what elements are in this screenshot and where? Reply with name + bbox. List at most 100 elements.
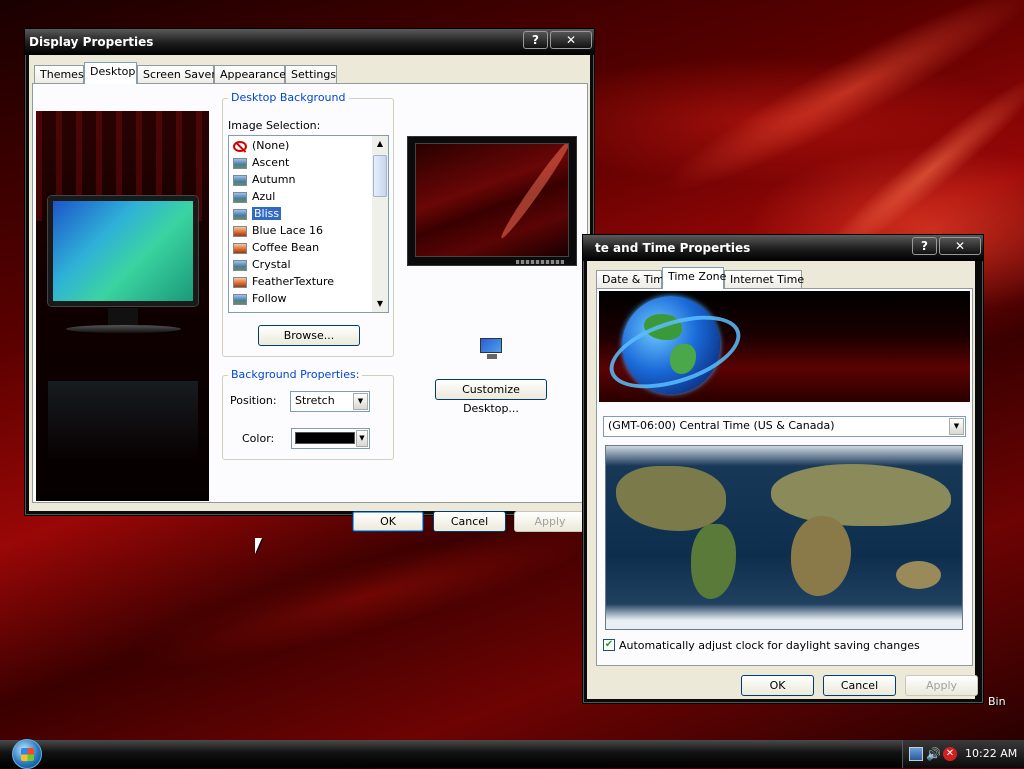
dialog-body: Date & Time Time Zone Internet Time (GMT… bbox=[587, 261, 978, 699]
help-button[interactable]: ? bbox=[912, 237, 937, 255]
bitmap-thumb-icon bbox=[233, 242, 247, 254]
image-thumb-icon bbox=[233, 259, 247, 271]
color-label: Color: bbox=[242, 432, 275, 445]
dialog-body: Themes Desktop Screen Saver Appearance S… bbox=[29, 55, 590, 532]
list-item[interactable]: Azul bbox=[229, 188, 373, 205]
title-bar[interactable]: te and Time Properties ? ✕ bbox=[583, 235, 983, 261]
help-button[interactable]: ? bbox=[523, 31, 548, 49]
dropdown-arrow-icon[interactable]: ▼ bbox=[353, 393, 368, 410]
list-item[interactable]: FeatherTexture bbox=[229, 273, 373, 290]
close-button[interactable]: ✕ bbox=[550, 31, 592, 49]
list-item-label: Azul bbox=[252, 190, 276, 203]
image-thumb-icon bbox=[233, 191, 247, 203]
tab-themes[interactable]: Themes bbox=[34, 65, 84, 84]
background-properties-legend: Background Properties: bbox=[228, 368, 363, 381]
start-button[interactable] bbox=[12, 739, 42, 769]
desktop-tab-panel: Desktop Background Image Selection: (Non… bbox=[32, 83, 588, 503]
time-zone-banner bbox=[599, 291, 970, 402]
bitmap-thumb-icon bbox=[233, 225, 247, 237]
list-item-label: FeatherTexture bbox=[252, 275, 335, 288]
scroll-thumb[interactable] bbox=[373, 155, 387, 197]
tab-date-time[interactable]: Date & Time bbox=[596, 270, 671, 289]
position-select[interactable]: Stretch ▼ bbox=[290, 391, 370, 412]
list-item[interactable]: Follow bbox=[229, 290, 373, 307]
list-item-label: Ascent bbox=[252, 156, 290, 169]
color-picker[interactable]: ▼ bbox=[291, 428, 370, 449]
image-thumb-icon bbox=[233, 208, 247, 220]
dropdown-arrow-icon[interactable]: ▼ bbox=[356, 430, 368, 447]
time-zone-value: (GMT-06:00) Central Time (US & Canada) bbox=[608, 419, 835, 432]
display-properties-window: Display Properties ? ✕ Themes Desktop Sc… bbox=[24, 28, 595, 532]
browse-button[interactable]: Browse... bbox=[258, 325, 360, 346]
close-button[interactable]: ✕ bbox=[939, 237, 981, 255]
list-item[interactable]: Crystal bbox=[229, 256, 373, 273]
ok-button[interactable]: OK bbox=[352, 511, 424, 532]
tab-internet-time[interactable]: Internet Time bbox=[724, 270, 804, 289]
ok-button[interactable]: OK bbox=[741, 675, 814, 696]
windows-orb-icon bbox=[21, 748, 34, 761]
desktop-background-legend: Desktop Background bbox=[228, 91, 349, 104]
date-time-properties-window: te and Time Properties ? ✕ Date & Time T… bbox=[582, 234, 984, 704]
list-item-label: Autumn bbox=[252, 173, 296, 186]
dst-checkbox-label[interactable]: Automatically adjust clock for daylight … bbox=[619, 639, 920, 652]
customize-computer-icon bbox=[480, 338, 504, 360]
list-item-label: Follow bbox=[252, 292, 287, 305]
list-item-label: (None) bbox=[252, 139, 290, 152]
window-title: te and Time Properties bbox=[595, 241, 751, 255]
image-listbox[interactable]: (None) Ascent Autumn Azul Bliss Blue Lace 16 C… bbox=[228, 135, 389, 313]
list-item[interactable]: Blue Lace 16 bbox=[229, 222, 373, 239]
list-item-label: Crystal bbox=[252, 258, 291, 271]
window-title: Display Properties bbox=[29, 35, 154, 49]
image-thumb-icon bbox=[233, 293, 247, 305]
color-swatch bbox=[295, 432, 355, 444]
checkmark-icon: ✔ bbox=[604, 639, 614, 650]
apply-button[interactable]: Apply bbox=[514, 511, 586, 532]
tab-settings[interactable]: Settings bbox=[285, 65, 337, 84]
dst-checkbox[interactable]: ✔ bbox=[603, 639, 615, 651]
desktop-background-group: Desktop Background Image Selection: (Non… bbox=[222, 91, 394, 357]
volume-icon[interactable]: 🔊 bbox=[926, 747, 941, 761]
system-tray: 🔊 ✕ 10:22 AM bbox=[902, 740, 1024, 768]
network-icon[interactable] bbox=[909, 747, 923, 761]
security-alert-icon[interactable]: ✕ bbox=[943, 747, 957, 761]
title-bar[interactable]: Display Properties ? ✕ bbox=[25, 29, 594, 55]
wallpaper-preview bbox=[407, 136, 577, 266]
time-zone-select[interactable]: (GMT-06:00) Central Time (US & Canada) ▼ bbox=[603, 416, 966, 437]
background-properties-group: Background Properties: Position: Stretch… bbox=[222, 368, 394, 460]
list-item[interactable]: Coffee Bean bbox=[229, 239, 373, 256]
world-map bbox=[605, 445, 963, 630]
dropdown-arrow-icon[interactable]: ▼ bbox=[949, 418, 964, 435]
image-thumb-icon bbox=[233, 174, 247, 186]
wallpaper-streak bbox=[650, 0, 1024, 216]
tab-time-zone[interactable]: Time Zone bbox=[662, 267, 726, 289]
customize-desktop-button[interactable]: Customize Desktop... bbox=[435, 379, 547, 415]
time-zone-tab-panel: (GMT-06:00) Central Time (US & Canada) ▼… bbox=[596, 288, 973, 666]
tab-desktop[interactable]: Desktop bbox=[84, 62, 137, 84]
list-item[interactable]: Ascent bbox=[229, 154, 373, 171]
scroll-up-arrow-icon[interactable]: ▲ bbox=[372, 136, 388, 152]
list-item-label: Bliss bbox=[252, 207, 282, 220]
scroll-down-arrow-icon[interactable]: ▼ bbox=[372, 296, 388, 312]
list-item-label: Blue Lace 16 bbox=[252, 224, 324, 237]
desktop-preview-image bbox=[36, 111, 209, 501]
bitmap-thumb-icon bbox=[233, 276, 247, 288]
list-item[interactable]: (None) bbox=[229, 137, 373, 154]
mouse-cursor-icon bbox=[255, 538, 262, 554]
image-thumb-icon bbox=[233, 157, 247, 169]
position-value: Stretch bbox=[295, 394, 335, 407]
tab-appearance[interactable]: Appearance bbox=[214, 65, 286, 84]
clock[interactable]: 10:22 AM bbox=[965, 747, 1017, 760]
listbox-scrollbar[interactable]: ▲ ▼ bbox=[372, 136, 388, 312]
cancel-button[interactable]: Cancel bbox=[823, 675, 896, 696]
tab-screen-saver[interactable]: Screen Saver bbox=[137, 65, 216, 84]
list-item[interactable]: Bliss bbox=[229, 205, 373, 222]
cancel-button[interactable]: Cancel bbox=[433, 511, 506, 532]
taskbar: 🔊 ✕ 10:22 AM bbox=[0, 739, 1024, 769]
monitor-icon bbox=[48, 196, 198, 306]
apply-button[interactable]: Apply bbox=[905, 675, 978, 696]
list-item[interactable]: Autumn bbox=[229, 171, 373, 188]
list-item-label: Coffee Bean bbox=[252, 241, 320, 254]
image-selection-label: Image Selection: bbox=[228, 119, 321, 132]
recycle-bin-label[interactable]: Bin bbox=[988, 695, 1006, 708]
position-label: Position: bbox=[230, 394, 277, 407]
